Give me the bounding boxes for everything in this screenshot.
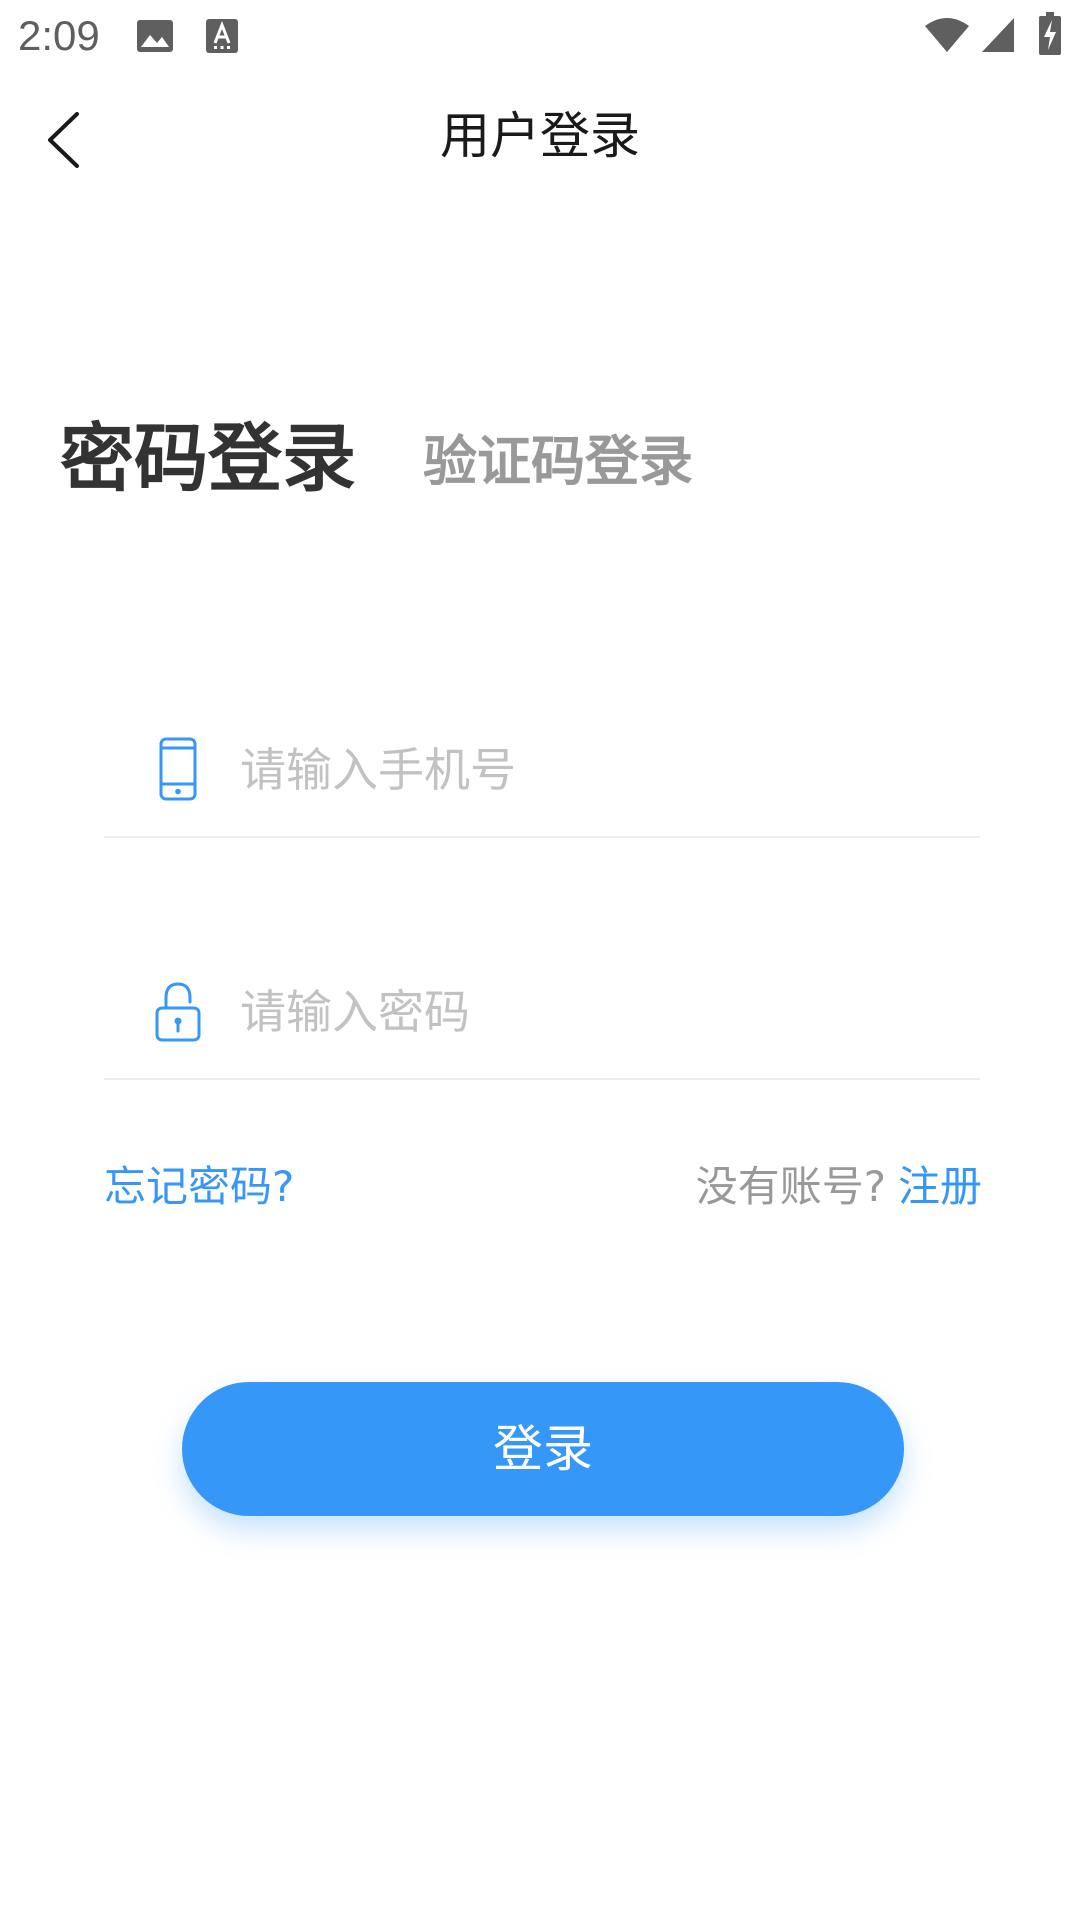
page-title: 用户登录 bbox=[440, 107, 640, 165]
mobile-phone-icon bbox=[159, 737, 197, 801]
status-bar: 2:09 bbox=[0, 0, 1080, 74]
forgot-password-link[interactable]: 忘记密码? bbox=[104, 1159, 294, 1215]
register-prompt: 没有账号? 注册 bbox=[696, 1159, 982, 1215]
tab-password-login[interactable]: 密码登录 bbox=[60, 414, 356, 504]
password-input[interactable] bbox=[240, 980, 960, 1044]
image-icon bbox=[137, 20, 173, 52]
no-account-text: 没有账号? bbox=[695, 1162, 886, 1211]
tab-code-login[interactable]: 验证码登录 bbox=[423, 427, 693, 497]
login-button[interactable]: 登录 bbox=[182, 1382, 904, 1516]
lock-icon bbox=[155, 982, 201, 1042]
battery-charging-icon bbox=[1039, 12, 1061, 55]
phone-field-row bbox=[104, 706, 980, 838]
register-link[interactable]: 注册 bbox=[898, 1162, 982, 1211]
wifi-icon bbox=[925, 18, 969, 52]
login-screen: 2:09 用户登录 密码登录 验证码登录 请输入手机号 忘记密码? 没有账号? … bbox=[0, 0, 1080, 1920]
phone-input[interactable] bbox=[240, 738, 960, 802]
text-a-icon bbox=[206, 19, 238, 53]
password-field-row bbox=[104, 948, 980, 1080]
status-time: 2:09 bbox=[18, 12, 100, 59]
signal-icon bbox=[982, 18, 1014, 52]
